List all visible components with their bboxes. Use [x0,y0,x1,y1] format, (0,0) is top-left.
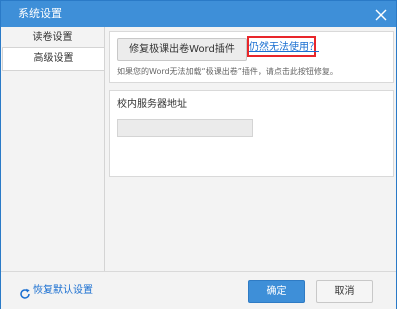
cancel-button[interactable]: 取消 [316,280,373,303]
sidebar-item-label: 高级设置 [33,53,74,64]
settings-content: 修复极课出卷Word插件 仍然无法使用？ 如果您的Word无法加载“极课出卷”插… [105,27,396,271]
server-address-input[interactable] [117,119,253,137]
server-address-label: 校内服务器地址 [117,99,187,110]
close-icon[interactable] [374,7,388,21]
title-bar: 系统设置 [1,1,396,27]
restore-defaults-label: 恢复默认设置 [33,285,93,296]
sidebar: 读卷设置 高级设置 [1,27,104,271]
repair-plugin-button[interactable]: 修复极课出卷Word插件 [117,38,247,61]
still-not-working-link[interactable]: 仍然无法使用？ [249,41,319,54]
refresh-icon [19,285,31,299]
settings-dialog: 系统设置 读卷设置 高级设置 修复极课出卷Word插件 仍然无法使用？ 如果您的… [0,0,397,309]
repair-hint-text: 如果您的Word无法加载“极课出卷”插件，请点击此按钮修复。 [117,67,338,76]
dialog-title: 系统设置 [18,7,62,20]
server-panel: 校内服务器地址 [109,90,394,177]
dialog-footer: 恢复默认设置 确定 取消 [1,271,396,309]
sidebar-item-advanced-settings[interactable]: 高级设置 [2,47,104,71]
sidebar-item-read-settings[interactable]: 读卷设置 [1,27,104,49]
ok-button[interactable]: 确定 [248,280,305,303]
sidebar-item-label: 读卷设置 [32,32,73,43]
plugin-repair-panel: 修复极课出卷Word插件 仍然无法使用？ 如果您的Word无法加载“极课出卷”插… [109,31,394,83]
